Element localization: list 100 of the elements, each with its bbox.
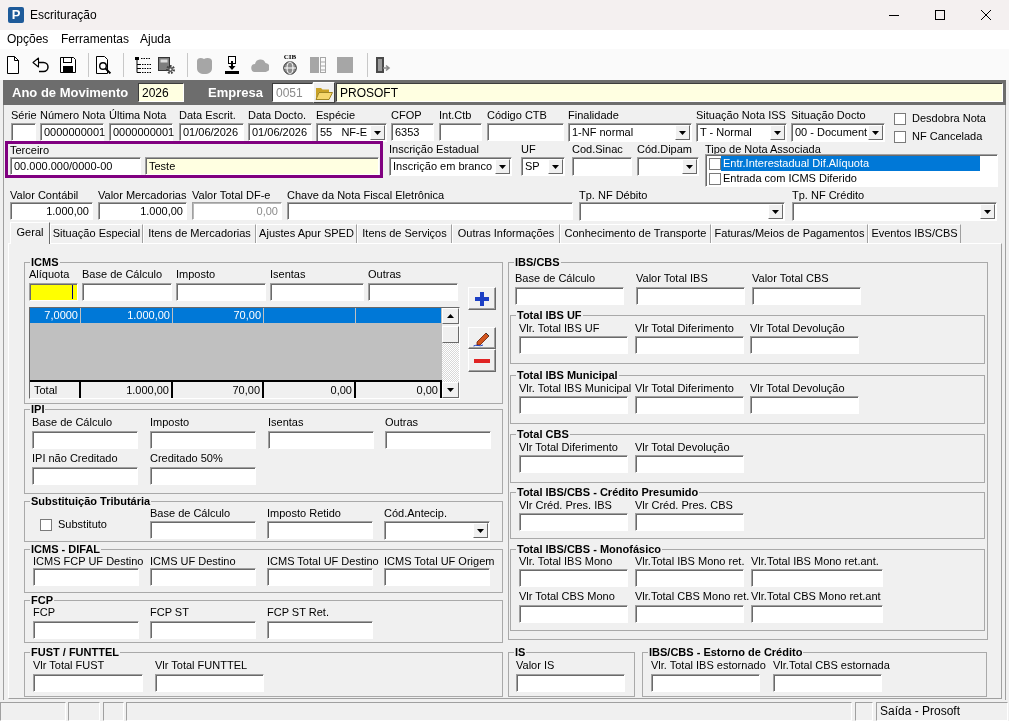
text-field[interactable]: 01/06/2026 xyxy=(179,123,244,141)
text-field[interactable] xyxy=(635,336,744,354)
text-field[interactable] xyxy=(519,336,628,354)
text-field[interactable] xyxy=(267,521,373,539)
dropdown[interactable]: SP xyxy=(521,157,565,176)
list-item[interactable]: Entr.Interestadual Dif.Alíquota xyxy=(721,156,980,171)
text-field[interactable] xyxy=(635,396,744,414)
text-field[interactable] xyxy=(635,455,744,473)
dropdown[interactable] xyxy=(579,202,785,221)
text-field[interactable]: 00.000.000/0000-00 xyxy=(10,157,141,175)
text-field[interactable] xyxy=(519,605,628,623)
text-field[interactable]: 0000000001 xyxy=(40,123,104,141)
menu-item[interactable]: Ferramentas xyxy=(55,30,134,49)
text-field[interactable] xyxy=(33,621,139,639)
text-field[interactable] xyxy=(150,431,256,449)
scrollbar[interactable] xyxy=(442,308,459,398)
list-item[interactable]: Entrada com ICMS Diferido xyxy=(721,171,980,186)
text-field[interactable] xyxy=(385,431,491,449)
text-field[interactable]: 1.000,00 xyxy=(10,202,93,220)
text-field[interactable] xyxy=(635,569,744,587)
text-field[interactable] xyxy=(516,674,625,692)
menu-item[interactable]: Opções xyxy=(1,30,55,49)
remove-button[interactable] xyxy=(468,349,496,372)
text-field[interactable] xyxy=(150,568,256,586)
text-field[interactable] xyxy=(752,287,861,305)
text-field[interactable] xyxy=(368,283,458,301)
dropdown[interactable]: 00 - Document xyxy=(791,123,885,142)
text-field[interactable] xyxy=(773,674,882,692)
text-field[interactable] xyxy=(750,396,859,414)
text-field[interactable] xyxy=(268,431,374,449)
text-field[interactable] xyxy=(267,621,373,639)
text-field[interactable]: PROSOFT xyxy=(336,83,1003,102)
text-field[interactable] xyxy=(150,621,256,639)
tab[interactable]: Situação Especial xyxy=(50,224,143,243)
text-field[interactable]: 1.000,00 xyxy=(98,202,187,220)
edit-button[interactable] xyxy=(468,327,496,349)
menu-item[interactable]: Ajuda xyxy=(134,30,177,49)
text-field[interactable] xyxy=(150,521,256,539)
dropdown[interactable]: T - Normal xyxy=(696,123,787,142)
text-field[interactable] xyxy=(32,467,138,485)
scroll-up-button[interactable] xyxy=(442,308,459,324)
tab[interactable]: Conhecimento de Transporte xyxy=(560,224,711,243)
checkbox[interactable] xyxy=(40,518,52,531)
text-field[interactable]: 2026 xyxy=(138,83,184,102)
text-field[interactable] xyxy=(384,568,490,586)
text-field[interactable] xyxy=(750,336,859,354)
field-label: Outras xyxy=(385,416,418,429)
dropdown[interactable]: 1-NF normal xyxy=(568,123,692,142)
text-field[interactable] xyxy=(287,202,573,220)
text-field[interactable]: Teste xyxy=(145,157,379,175)
checkbox[interactable] xyxy=(894,130,906,143)
checkbox[interactable] xyxy=(894,112,906,125)
text-field[interactable] xyxy=(635,513,744,531)
text-field[interactable] xyxy=(515,287,624,305)
add-button[interactable] xyxy=(468,287,496,310)
tab[interactable]: Itens de Mercadorias xyxy=(143,224,256,243)
tab[interactable]: Ajustes Apur SPED xyxy=(256,224,357,243)
text-field[interactable] xyxy=(519,569,628,587)
text-field[interactable] xyxy=(519,396,628,414)
text-field[interactable] xyxy=(439,123,482,141)
checkbox[interactable] xyxy=(709,172,721,185)
text-field[interactable]: 0000000001 xyxy=(109,123,173,141)
text-field[interactable] xyxy=(32,431,138,449)
text-field[interactable] xyxy=(635,605,744,623)
text-field[interactable] xyxy=(487,123,564,141)
table-row[interactable]: 7,0000 1.000,00 70,00 xyxy=(30,308,442,323)
text-field[interactable] xyxy=(636,287,745,305)
text-field[interactable] xyxy=(751,569,883,587)
dropdown[interactable] xyxy=(637,157,699,176)
checkbox[interactable] xyxy=(709,157,721,170)
text-field[interactable]: 6353 xyxy=(391,123,434,141)
text-field[interactable] xyxy=(751,605,883,623)
text-field[interactable] xyxy=(33,674,143,692)
tab[interactable]: Faturas/Meios de Pagamentos xyxy=(711,224,868,243)
tab[interactable]: Outras Informações xyxy=(452,224,560,243)
text-field[interactable] xyxy=(519,455,628,473)
tab[interactable]: Geral xyxy=(10,222,50,244)
scroll-down-button[interactable] xyxy=(442,382,459,398)
text-field[interactable] xyxy=(267,568,373,586)
text-field[interactable]: 01/06/2026 xyxy=(248,123,312,141)
text-field[interactable] xyxy=(11,123,36,141)
text-field[interactable] xyxy=(519,513,628,531)
scrollbar-thumb[interactable] xyxy=(442,326,459,343)
text-field[interactable] xyxy=(150,467,256,485)
group-title: Total IBS Municipal xyxy=(516,369,619,381)
folder-button[interactable] xyxy=(313,82,335,103)
tab[interactable]: Itens de Serviços xyxy=(357,224,452,243)
text-field[interactable] xyxy=(270,283,364,301)
dropdown[interactable] xyxy=(384,521,490,540)
text-field[interactable] xyxy=(572,157,632,176)
dropdown[interactable] xyxy=(792,202,997,221)
dropdown[interactable]: 55 NF-E xyxy=(316,123,387,142)
text-field[interactable] xyxy=(33,568,139,586)
text-field[interactable] xyxy=(176,283,266,301)
text-field[interactable] xyxy=(651,674,760,692)
text-field[interactable] xyxy=(82,283,172,301)
text-field[interactable] xyxy=(155,674,264,692)
text-field[interactable] xyxy=(29,283,78,301)
dropdown[interactable]: Inscrição em branco xyxy=(389,157,512,176)
tab[interactable]: Eventos IBS/CBS xyxy=(868,224,961,243)
